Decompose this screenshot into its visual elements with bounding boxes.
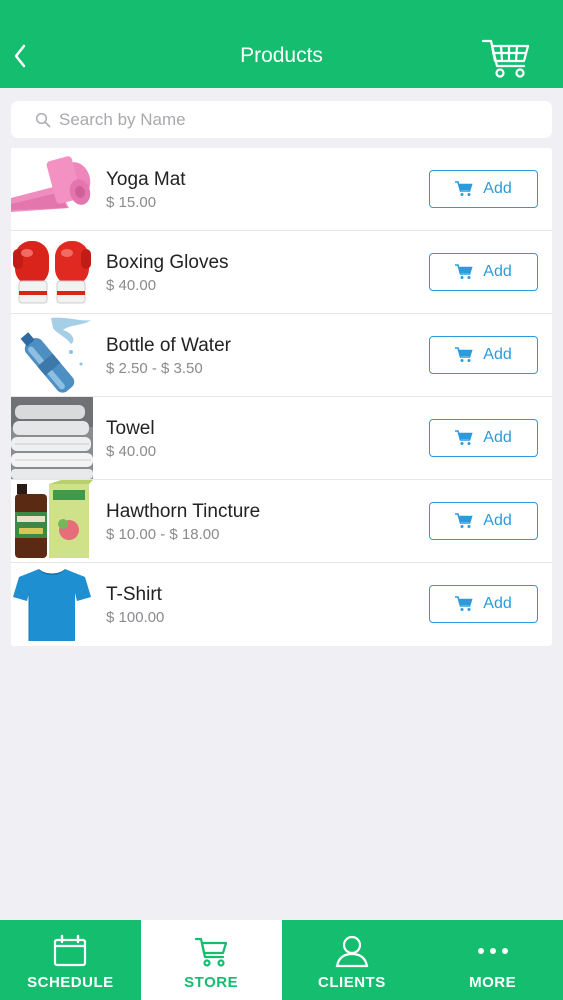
search-input[interactable] bbox=[59, 101, 539, 138]
add-button-label: Add bbox=[483, 263, 512, 280]
cart-icon bbox=[455, 513, 473, 528]
add-button-label: Add bbox=[483, 346, 512, 363]
product-row-boxing-gloves[interactable]: Boxing Gloves $ 40.00 Add bbox=[11, 231, 552, 314]
cart-icon bbox=[455, 264, 473, 279]
product-price: $ 100.00 bbox=[106, 609, 165, 626]
boxing-gloves-image bbox=[11, 231, 93, 313]
add-to-cart-button[interactable]: Add bbox=[429, 419, 538, 457]
water-bottle-image bbox=[11, 314, 93, 396]
add-to-cart-button[interactable]: Add bbox=[429, 585, 538, 623]
cart-icon bbox=[455, 347, 473, 362]
calendar-icon bbox=[54, 934, 87, 967]
cart-icon bbox=[455, 430, 473, 445]
tab-label: STORE bbox=[184, 974, 239, 991]
towel-image bbox=[11, 397, 93, 479]
product-row-bottle-of-water[interactable]: Bottle of Water $ 2.50 - $ 3.50 Add bbox=[11, 314, 552, 397]
product-row-hawthorn-tincture[interactable]: Hawthorn Tincture $ 10.00 - $ 18.00 Add bbox=[11, 480, 552, 563]
product-price: $ 40.00 bbox=[106, 443, 157, 460]
cart-icon bbox=[455, 181, 473, 196]
cart-icon bbox=[195, 937, 228, 967]
tab-more[interactable]: MORE bbox=[422, 920, 563, 1000]
add-button-label: Add bbox=[483, 429, 512, 446]
add-to-cart-button[interactable]: Add bbox=[429, 170, 538, 208]
tab-bar: SCHEDULE STORE CLIENTS MORE bbox=[0, 920, 563, 1000]
product-price: $ 15.00 bbox=[106, 194, 157, 211]
add-button-label: Add bbox=[483, 512, 512, 529]
tab-label: MORE bbox=[469, 974, 517, 991]
more-dots-icon bbox=[477, 948, 508, 954]
tab-clients[interactable]: CLIENTS bbox=[282, 920, 423, 1000]
nav-header: Products bbox=[0, 0, 563, 88]
add-to-cart-button[interactable]: Add bbox=[429, 253, 538, 291]
add-button-label: Add bbox=[483, 595, 512, 612]
add-to-cart-button[interactable]: Add bbox=[429, 502, 538, 540]
add-to-cart-button[interactable]: Add bbox=[429, 336, 538, 374]
product-name: Boxing Gloves bbox=[106, 252, 229, 273]
product-price: $ 2.50 - $ 3.50 bbox=[106, 360, 203, 377]
product-row-t-shirt[interactable]: T-Shirt $ 100.00 Add bbox=[11, 563, 552, 646]
t-shirt-image bbox=[11, 563, 93, 645]
search-bar bbox=[11, 101, 552, 138]
product-list: Yoga Mat $ 15.00 Add Boxing Gloves $ 40.… bbox=[11, 148, 552, 646]
product-name: Bottle of Water bbox=[106, 335, 231, 356]
page-title: Products bbox=[240, 44, 323, 67]
product-name: T-Shirt bbox=[106, 584, 162, 605]
product-name: Hawthorn Tincture bbox=[106, 501, 261, 522]
tincture-image bbox=[11, 480, 93, 562]
tab-store[interactable]: STORE bbox=[140, 920, 282, 1000]
person-icon bbox=[335, 935, 369, 968]
shopping-cart-icon bbox=[481, 39, 530, 78]
tab-schedule[interactable]: SCHEDULE bbox=[0, 920, 141, 1000]
search-icon bbox=[35, 112, 51, 128]
tab-label: SCHEDULE bbox=[27, 974, 114, 991]
product-name: Yoga Mat bbox=[106, 169, 186, 190]
tab-label: CLIENTS bbox=[318, 974, 386, 991]
product-row-yoga-mat[interactable]: Yoga Mat $ 15.00 Add bbox=[11, 148, 552, 231]
cart-button[interactable] bbox=[480, 36, 532, 82]
add-button-label: Add bbox=[483, 180, 512, 197]
yoga-mat-image bbox=[11, 148, 93, 230]
product-row-towel[interactable]: Towel $ 40.00 Add bbox=[11, 397, 552, 480]
product-name: Towel bbox=[106, 418, 155, 439]
product-price: $ 40.00 bbox=[106, 277, 157, 294]
product-price: $ 10.00 - $ 18.00 bbox=[106, 526, 220, 543]
cart-icon bbox=[455, 596, 473, 611]
